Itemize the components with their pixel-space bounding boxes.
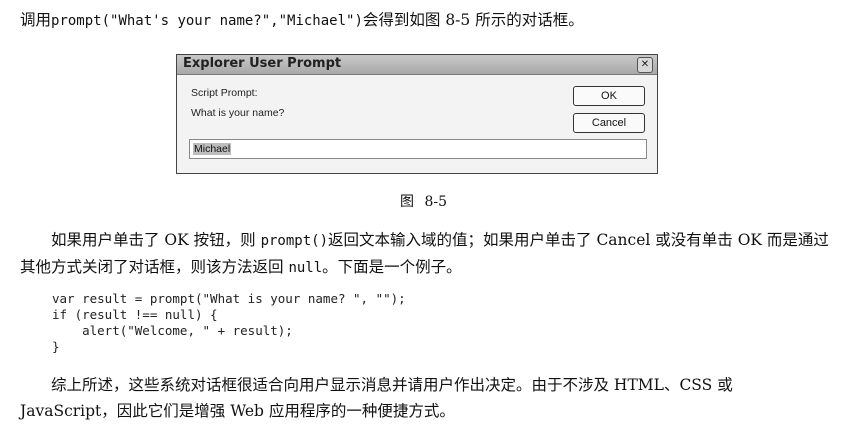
intro-line: 调用prompt("What's your name?","Michael")会… bbox=[20, 8, 584, 30]
prompt-dialog: Explorer User Prompt ✕ Script Prompt: Wh… bbox=[176, 54, 658, 174]
close-icon[interactable]: ✕ bbox=[637, 57, 653, 73]
figure-caption: 图 8-5 bbox=[400, 194, 447, 210]
intro-prefix: 调用 bbox=[20, 11, 52, 29]
dialog-titlebar[interactable]: Explorer User Prompt ✕ bbox=[177, 55, 657, 75]
p1-code-null: null bbox=[288, 260, 323, 276]
dialog-title: Explorer User Prompt bbox=[183, 56, 342, 71]
ok-button[interactable]: OK bbox=[573, 86, 645, 106]
script-prompt-label: Script Prompt: bbox=[191, 87, 258, 99]
intro-code: prompt("What's your name?","Michael") bbox=[51, 13, 363, 29]
prompt-input[interactable]: Michael bbox=[189, 139, 647, 159]
p1-code-prompt: prompt() bbox=[260, 233, 329, 249]
intro-suffix: 会得到如图 8-5 所示的对话框。 bbox=[362, 11, 584, 29]
p1-text-3: 。下面是一个例子。 bbox=[322, 258, 462, 276]
code-sample: var result = prompt("What is your name? … bbox=[52, 291, 406, 354]
prompt-input-value: Michael bbox=[193, 143, 232, 155]
paragraph-2: 综上所述，这些系统对话框很适合向用户显示消息并请用户作出决定。由于不涉及 HTM… bbox=[20, 376, 733, 420]
prompt-question: What is your name? bbox=[191, 107, 285, 119]
paragraph-1: 如果用户单击了 OK 按钮，则 prompt()返回文本输入域的值；如果用户单击… bbox=[20, 227, 830, 281]
cancel-button[interactable]: Cancel bbox=[573, 113, 645, 133]
p1-text-1: 如果用户单击了 OK 按钮，则 bbox=[51, 231, 261, 249]
